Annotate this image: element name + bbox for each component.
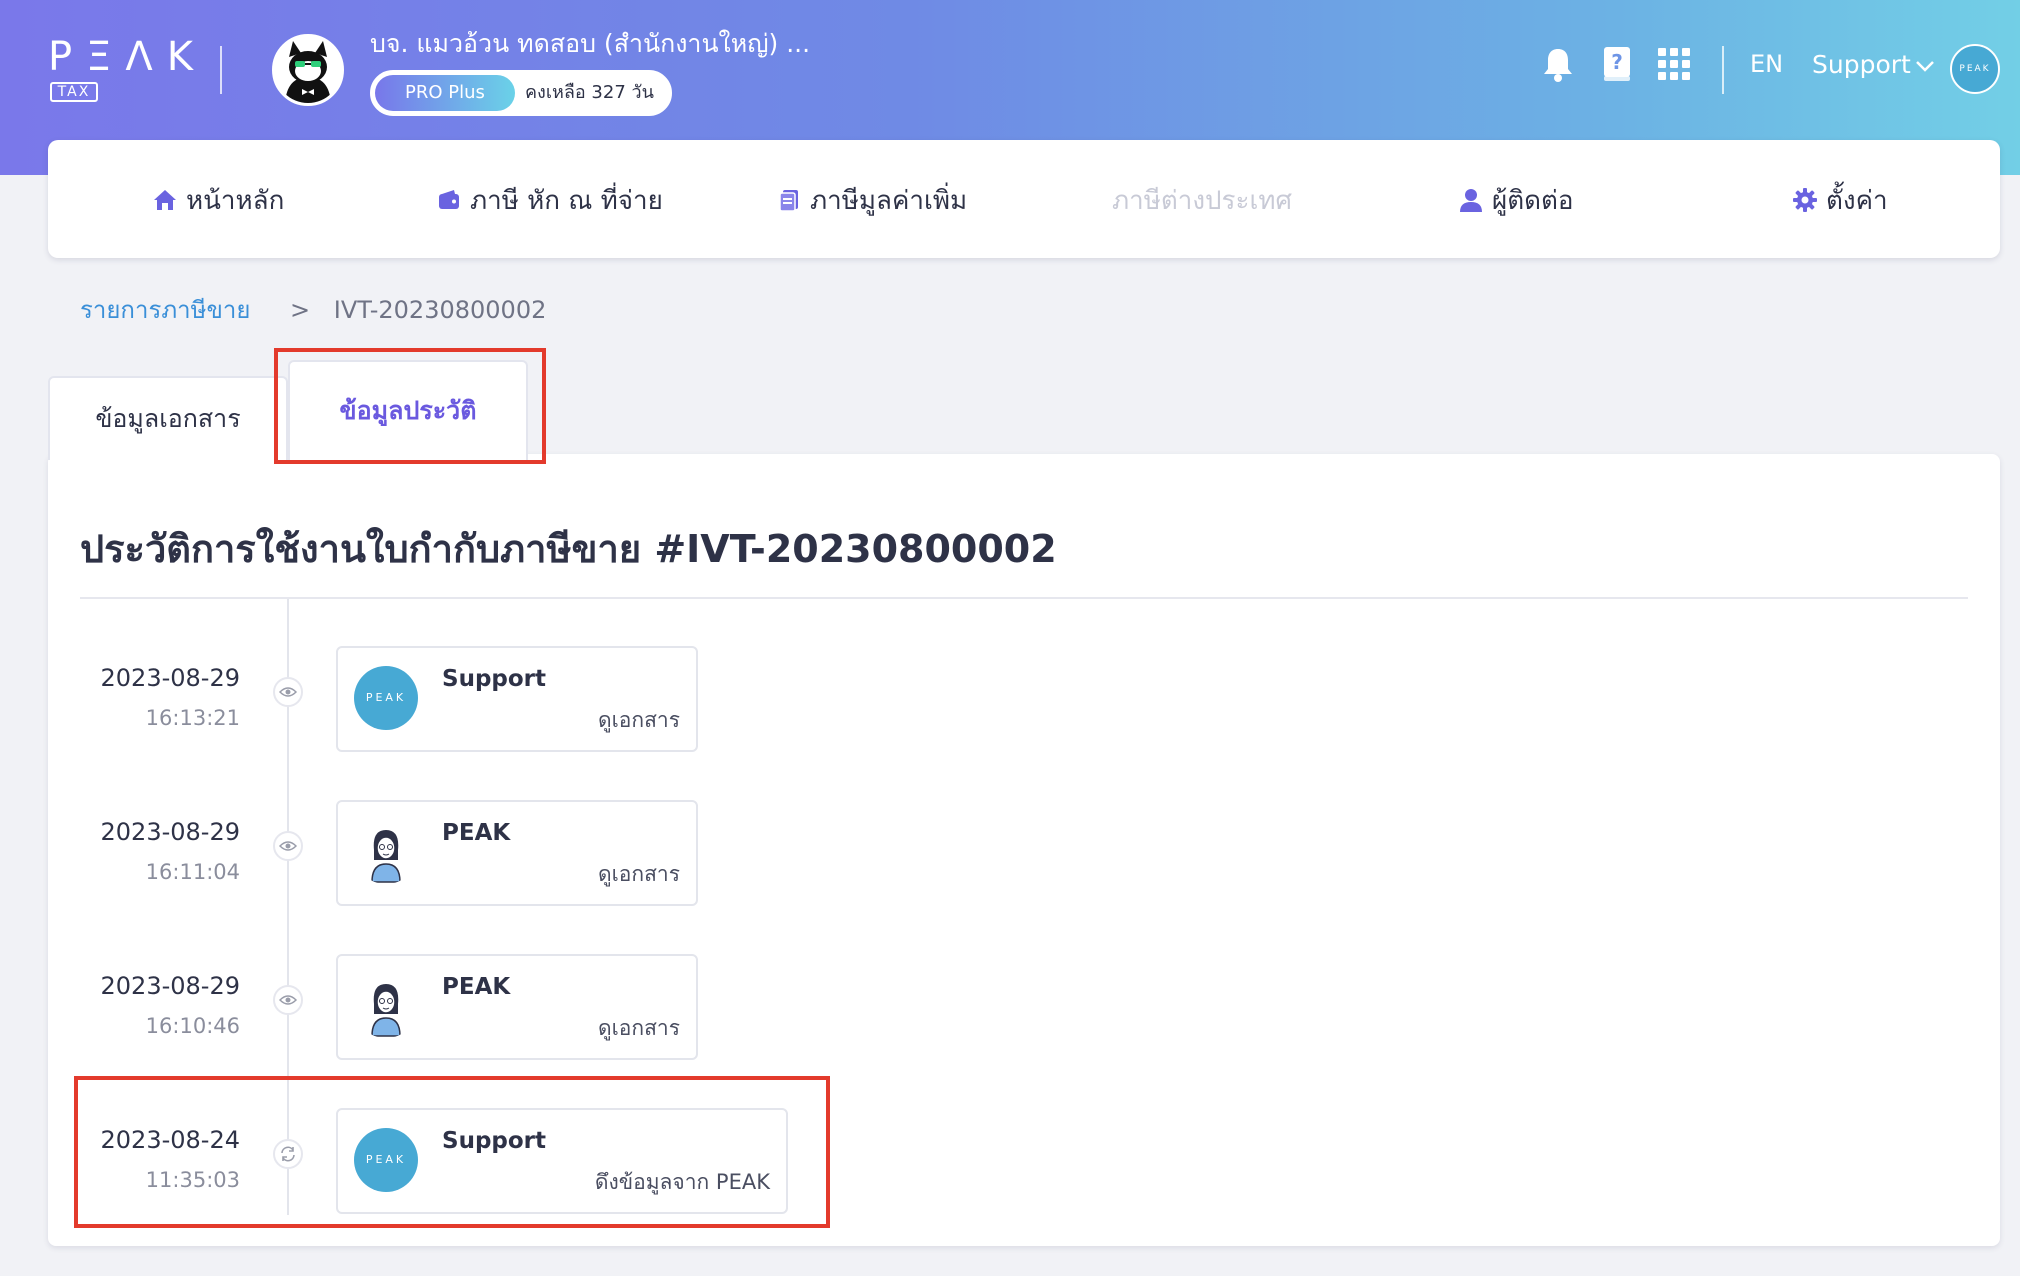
peak-logo[interactable]: PΞΛK TAX xyxy=(48,34,200,104)
nav-contacts[interactable]: ผู้ติดต่อ xyxy=(1458,180,1574,220)
svg-text:?: ? xyxy=(1611,50,1623,74)
home-icon xyxy=(154,190,176,210)
nav-withholding-tax-label: ภาษี หัก ณ ที่จ่าย xyxy=(470,185,663,216)
nav-contacts-label: ผู้ติดต่อ xyxy=(1492,185,1574,216)
entry-user: PEAK xyxy=(442,820,511,846)
apps-grid-icon[interactable] xyxy=(1654,44,1694,84)
nav-vat-label: ภาษีมูลค่าเพิ่ม xyxy=(810,185,968,216)
entry-date: 2023-08-29 xyxy=(100,664,240,692)
help-book-icon[interactable]: ? xyxy=(1597,44,1637,84)
peak-avatar: PEAK xyxy=(354,666,418,730)
user-menu-name[interactable]: Support xyxy=(1812,50,1911,79)
entry-time: 16:13:21 xyxy=(145,706,240,730)
history-entry-card: PEAK ดูเอกสาร xyxy=(336,800,698,906)
entry-user: PEAK xyxy=(442,974,511,1000)
entry-time: 16:10:46 xyxy=(145,1014,240,1038)
entry-action: ดูเอกสาร xyxy=(597,1016,680,1040)
woman-avatar-icon xyxy=(354,974,418,1038)
logo-tax-tag: TAX xyxy=(50,82,98,102)
eye-icon xyxy=(273,831,303,861)
breadcrumb: รายการภาษีขาย > IVT-20230800002 xyxy=(80,290,546,329)
header-divider xyxy=(220,46,222,94)
nav-foreign-tax-label: ภาษีต่างประเทศ xyxy=(1112,185,1293,216)
nav-vat[interactable]: ภาษีมูลค่าเพิ่ม xyxy=(776,180,967,220)
user-avatar[interactable]: PEAK xyxy=(1950,44,2000,94)
entry-action: ดูเอกสาร xyxy=(597,862,680,886)
nav-home[interactable]: หน้าหลัก xyxy=(152,180,284,220)
annotation-highlight-tab xyxy=(274,348,546,464)
eye-icon xyxy=(273,985,303,1015)
woman-avatar-icon xyxy=(354,820,418,884)
company-avatar[interactable] xyxy=(272,34,344,106)
logo-wordmark: PΞΛK xyxy=(48,34,207,80)
tab-document-info[interactable]: ข้อมูลเอกสาร xyxy=(48,376,288,460)
entry-date: 2023-08-29 xyxy=(100,972,240,1000)
nav-settings-label: ตั้งค่า xyxy=(1826,185,1888,216)
breadcrumb-parent-link[interactable]: รายการภาษีขาย xyxy=(80,296,250,324)
annotation-highlight-entry xyxy=(74,1076,830,1228)
main-navbar: หน้าหลัก ภาษี หัก ณ ที่จ่าย ภาษีมูลค่าเพ… xyxy=(48,140,2000,258)
entry-time: 16:11:04 xyxy=(145,860,240,884)
title-divider xyxy=(80,597,1968,599)
nav-home-label: หน้าหลัก xyxy=(186,185,285,216)
eye-icon xyxy=(273,677,303,707)
company-name[interactable]: บจ. แมวอ้วน ทดสอบ (สำนักงานใหญ่) ... xyxy=(370,24,810,64)
plan-badge: PRO Plus xyxy=(375,75,515,111)
bell-icon[interactable] xyxy=(1538,44,1578,84)
nav-withholding-tax[interactable]: ภาษี หัก ณ ที่จ่าย xyxy=(436,180,663,220)
plan-pill[interactable]: PRO Plus คงเหลือ 327 วัน xyxy=(370,70,672,116)
nav-foreign-tax: ภาษีต่างประเทศ xyxy=(1112,180,1292,220)
breadcrumb-current: IVT-20230800002 xyxy=(333,296,547,324)
header-divider-right xyxy=(1722,46,1724,94)
breadcrumb-separator: > xyxy=(290,296,311,324)
plan-remaining-days: คงเหลือ 327 วัน xyxy=(525,82,654,103)
history-entry-card: PEAK ดูเอกสาร xyxy=(336,954,698,1060)
chevron-down-icon[interactable] xyxy=(1914,58,1936,72)
language-switch[interactable]: EN xyxy=(1750,50,1783,78)
history-entry-card: PEAK Support ดูเอกสาร xyxy=(336,646,698,752)
user-icon xyxy=(1460,189,1482,212)
entry-user: Support xyxy=(442,666,547,692)
entry-date: 2023-08-29 xyxy=(100,818,240,846)
gear-icon xyxy=(1793,188,1817,212)
history-title: ประวัติการใช้งานใบกำกับภาษีขาย #IVT-2023… xyxy=(80,527,1057,571)
entry-action: ดูเอกสาร xyxy=(597,708,680,732)
document-icon xyxy=(779,190,798,212)
wallet-icon xyxy=(439,190,459,209)
nav-settings[interactable]: ตั้งค่า xyxy=(1792,180,1888,220)
